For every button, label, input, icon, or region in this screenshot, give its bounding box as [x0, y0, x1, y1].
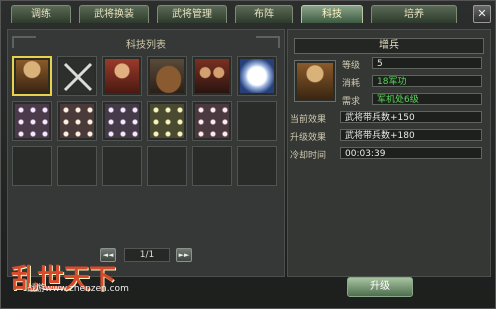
dot-formation-icon: [60, 104, 94, 138]
level-value: 5: [372, 57, 482, 69]
general-soldier-icon: [16, 60, 48, 92]
tech-slot-14[interactable]: [57, 146, 97, 186]
tech-slot-5[interactable]: [192, 56, 232, 96]
tech-name: 增兵: [294, 38, 484, 54]
level-label: 等级: [342, 61, 361, 71]
troops-group-icon: [195, 59, 229, 93]
game-logo: 乱世天下 战游www.zhenzen.com: [11, 257, 141, 305]
tech-list-title: 科技列表: [126, 40, 166, 51]
cooldown-label: 冷却时间: [290, 151, 327, 161]
dot-formation-icon: [105, 104, 139, 138]
tech-list-panel: 科技列表 ◄◄ 1/1 ►►: [7, 29, 285, 277]
tech-slot-3[interactable]: [102, 56, 142, 96]
tech-slot-7[interactable]: [12, 101, 52, 141]
tech-slot-11[interactable]: [192, 101, 232, 141]
tab-general-equip[interactable]: 武将换装: [79, 5, 149, 23]
requirement-value: 军机处6级: [372, 93, 482, 105]
tech-slot-4[interactable]: [147, 56, 187, 96]
next-page-button[interactable]: ►►: [176, 248, 192, 262]
cooldown-value: 00:03:39: [340, 147, 482, 159]
crossed-swords-icon: [60, 59, 94, 93]
current-effect-label: 当前效果: [290, 115, 327, 125]
game-window: 调练 武将换装 武将管理 布阵 科技 培养 ✕ 科技列表 ◄◄ 1/1 ►► 增…: [0, 0, 496, 309]
tech-avatar: [294, 60, 336, 102]
tab-technology[interactable]: 科技: [301, 5, 363, 23]
tech-slot-6[interactable]: [237, 56, 277, 96]
tech-slot-18[interactable]: [237, 146, 277, 186]
tab-training[interactable]: 调练: [11, 5, 71, 23]
tech-slot-15[interactable]: [102, 146, 142, 186]
tech-detail-panel: 增兵 等级 5 消耗 18军功 需求 军机处6级 当前效果 武将带兵数+150 …: [287, 29, 491, 277]
current-effect-value: 武将带兵数+150: [340, 111, 482, 123]
dot-formation-icon: [15, 104, 49, 138]
tech-slot-16[interactable]: [147, 146, 187, 186]
white-bird-icon: [240, 59, 274, 93]
upgrade-effect-value: 武将带兵数+180: [340, 129, 482, 141]
upgrade-button[interactable]: 升级: [347, 277, 413, 297]
tab-general-manage[interactable]: 武将管理: [157, 5, 227, 23]
cavalry-horse-icon: [150, 59, 184, 93]
requirement-label: 需求: [342, 97, 361, 107]
general-commander-icon: [105, 59, 139, 93]
close-icon[interactable]: ✕: [473, 5, 491, 23]
general-soldier-icon: [297, 63, 333, 99]
cost-label: 消耗: [342, 79, 361, 89]
tech-slot-10[interactable]: [147, 101, 187, 141]
tech-slot-17[interactable]: [192, 146, 232, 186]
upgrade-effect-label: 升级效果: [290, 133, 327, 143]
tab-formation[interactable]: 布阵: [235, 5, 293, 23]
cost-value: 18军功: [372, 75, 482, 87]
tech-slot-13[interactable]: [12, 146, 52, 186]
tech-slot-9[interactable]: [102, 101, 142, 141]
dot-formation-icon: [150, 104, 184, 138]
tab-cultivate[interactable]: 培养: [371, 5, 457, 23]
tech-slot-2[interactable]: [57, 56, 97, 96]
tech-slot-1[interactable]: [12, 56, 52, 96]
tech-slot-8[interactable]: [57, 101, 97, 141]
tech-slot-12[interactable]: [237, 101, 277, 141]
logo-url: 战游www.zhenzen.com: [27, 284, 129, 294]
dot-formation-icon: [195, 104, 229, 138]
